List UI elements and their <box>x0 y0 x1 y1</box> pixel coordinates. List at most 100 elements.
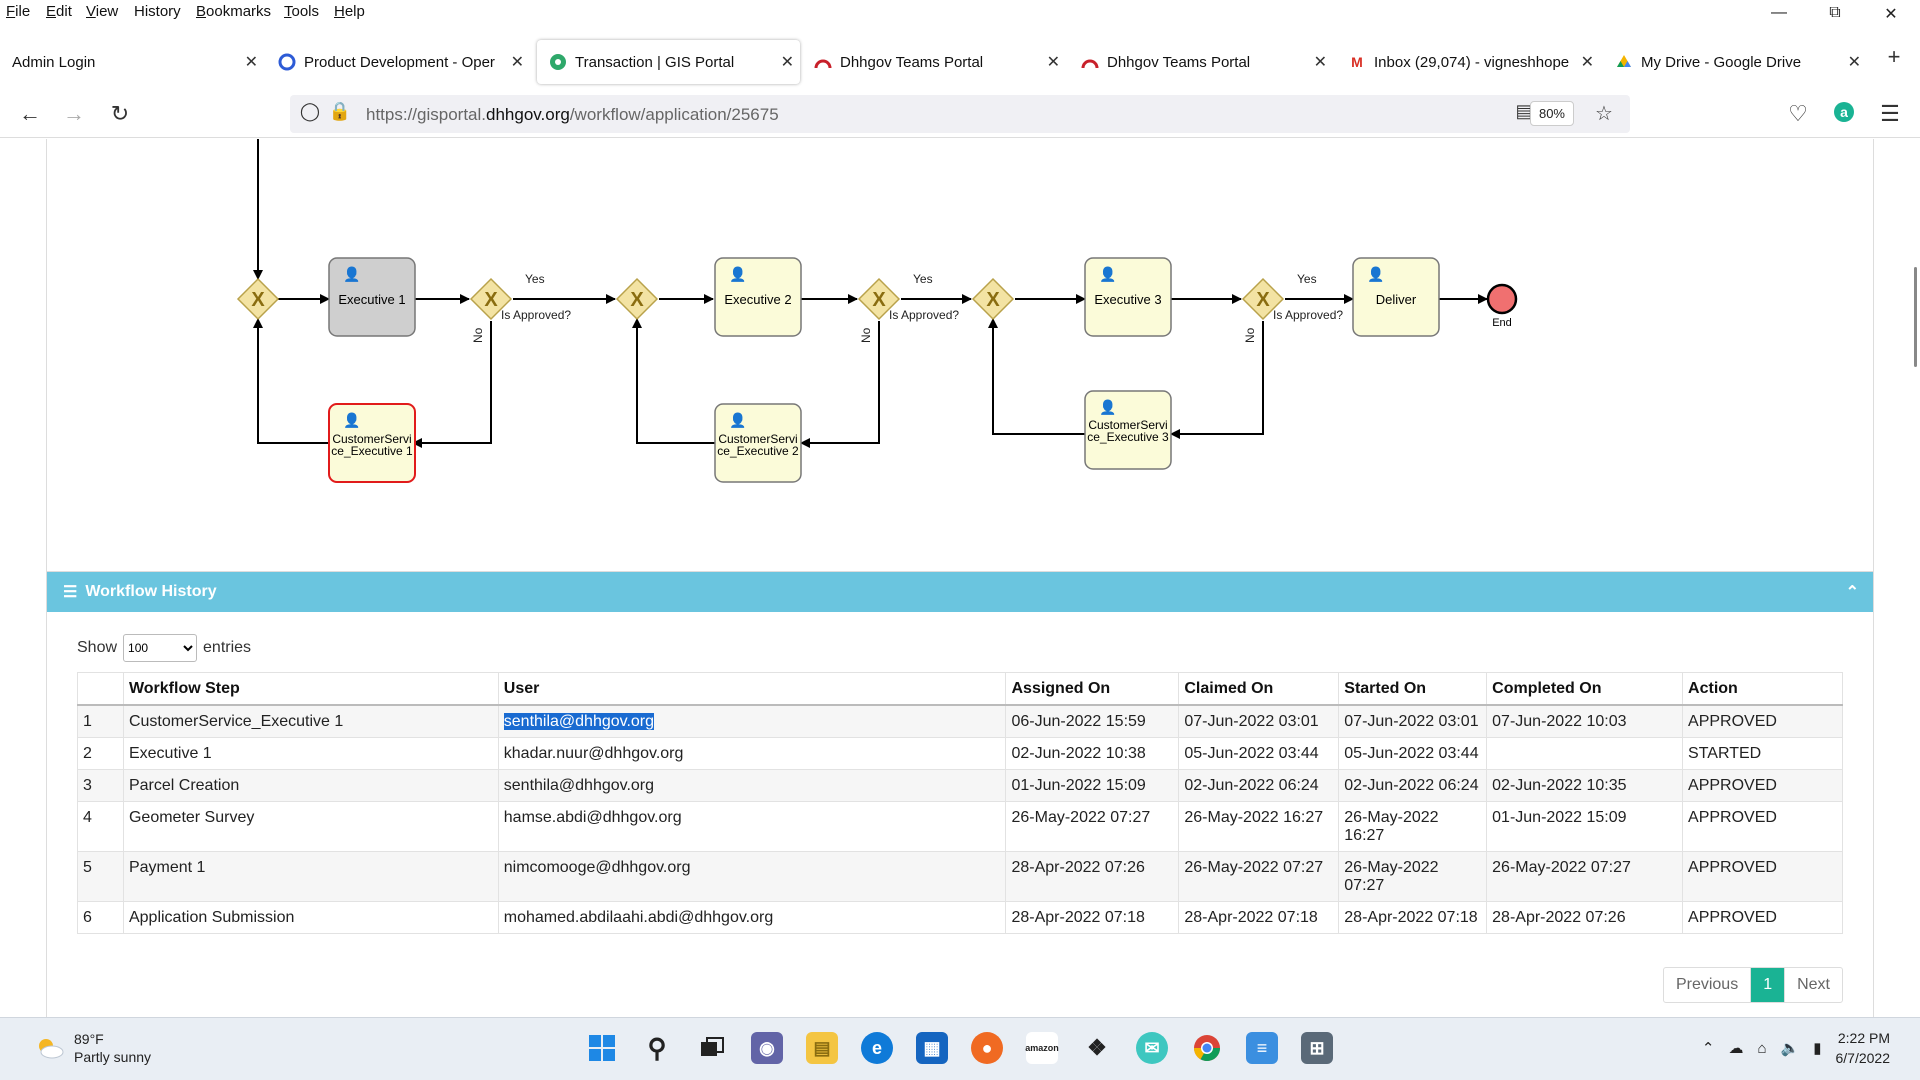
task-executive-2[interactable]: 👤 Executive 2 <box>714 257 802 337</box>
reload-icon[interactable]: ↻ <box>106 101 134 127</box>
store-icon[interactable]: ▦ <box>916 1032 948 1064</box>
column-header[interactable]: Action <box>1682 672 1843 706</box>
search-icon[interactable]: ⚲ <box>641 1032 673 1064</box>
volume-icon[interactable]: 🔈 <box>1781 1039 1800 1057</box>
shield-icon[interactable]: ◯ <box>296 101 324 122</box>
forward-icon[interactable]: → <box>60 101 88 127</box>
table-row: 1 CustomerService_Executive 1 senthila@d… <box>77 704 1843 738</box>
menu-history[interactable]: History <box>134 3 181 20</box>
flow-line <box>632 318 715 444</box>
url-text[interactable]: https://gisportal.dhhgov.org/workflow/ap… <box>366 105 779 125</box>
clock[interactable]: 2:22 PM 6/7/2022 <box>1836 1028 1891 1068</box>
menu-help[interactable]: Help <box>334 3 365 20</box>
chrome-icon[interactable] <box>1191 1032 1223 1064</box>
table-row: 3 Parcel Creation senthila@dhhgov.org 01… <box>77 769 1843 802</box>
menu-bookmarks[interactable]: Bookmarks <box>196 3 271 20</box>
close-icon[interactable]: ✕ <box>1047 52 1060 72</box>
tab-admin-login[interactable]: Admin Login ✕ <box>0 40 264 84</box>
menu-edit[interactable]: Edit <box>46 3 72 20</box>
back-icon[interactable]: ← <box>16 101 44 127</box>
menu-file[interactable]: File <box>6 3 30 20</box>
task-view-icon[interactable] <box>696 1032 728 1064</box>
wifi-icon[interactable]: ⌂ <box>1757 1040 1766 1057</box>
task-executive-3[interactable]: 👤 Executive 3 <box>1084 257 1172 337</box>
tab-dhhgov-teams-1[interactable]: Dhhgov Teams Portal ✕ <box>802 40 1066 84</box>
flow-line <box>253 318 329 444</box>
firefox-icon[interactable]: ● <box>971 1032 1003 1064</box>
bookmark-star-icon[interactable]: ☆ <box>1590 101 1618 126</box>
mail-icon[interactable]: ✉ <box>1136 1032 1168 1064</box>
task-customerservice-executive-1[interactable]: 👤 CustomerServi ce_Executive 1 <box>328 403 416 483</box>
amazon-icon[interactable]: amazon <box>1025 1032 1059 1064</box>
task-deliver[interactable]: 👤 Deliver <box>1352 257 1440 337</box>
previous-button[interactable]: Previous <box>1664 968 1750 1002</box>
menu-view[interactable]: View <box>86 3 118 20</box>
zoom-level[interactable]: 80% <box>1529 101 1574 126</box>
condition-label: Is Approved? <box>1273 308 1343 322</box>
file-explorer-icon[interactable]: ▤ <box>806 1032 838 1064</box>
close-icon[interactable]: ✕ <box>1314 52 1327 72</box>
account-icon[interactable]: a <box>1830 101 1858 129</box>
menu-icon[interactable]: ☰ <box>1876 101 1904 127</box>
pocket-icon[interactable]: ♡ <box>1784 101 1812 127</box>
gateway-icon[interactable]: X <box>236 277 280 321</box>
end-event[interactable]: End <box>1486 283 1518 329</box>
onedrive-icon[interactable]: ☁ <box>1728 1039 1743 1057</box>
new-tab-icon[interactable]: + <box>1880 44 1908 70</box>
menu-tools[interactable]: Tools <box>284 3 319 20</box>
page-scrollbar[interactable] <box>1910 139 1920 1017</box>
address-bar[interactable]: ◯ 🔒 https://gisportal.dhhgov.org/workflo… <box>290 95 1630 133</box>
column-header[interactable]: Workflow Step <box>122 672 499 706</box>
tab-dhhgov-teams-2[interactable]: Dhhgov Teams Portal ✕ <box>1069 40 1333 84</box>
edge-icon[interactable]: e <box>861 1032 893 1064</box>
column-header[interactable]: User <box>497 672 1007 706</box>
battery-icon[interactable]: ▮ <box>1813 1039 1821 1057</box>
column-header[interactable]: Started On <box>1338 672 1488 706</box>
svg-text:X: X <box>251 289 265 311</box>
calculator-icon[interactable]: ⊞ <box>1301 1032 1333 1064</box>
scrollbar-thumb[interactable] <box>1914 267 1917 367</box>
column-header[interactable]: Completed On <box>1486 672 1684 706</box>
page-1-button[interactable]: 1 <box>1750 968 1785 1002</box>
close-icon[interactable]: ✕ <box>511 52 524 72</box>
restore-button[interactable]: ⧉ <box>1812 4 1858 28</box>
status-badge: STARTED <box>1682 737 1843 770</box>
close-icon[interactable]: ✕ <box>781 52 794 72</box>
dropbox-icon[interactable]: ❖ <box>1081 1032 1113 1064</box>
tab-product-development[interactable]: Product Development - Oper ✕ <box>266 40 530 84</box>
next-button[interactable]: Next <box>1784 968 1842 1002</box>
minimize-button[interactable]: — <box>1756 4 1802 28</box>
column-header[interactable]: Assigned On <box>1005 672 1180 706</box>
task-label: ce_Executive 3 <box>1087 430 1169 444</box>
task-customerservice-executive-2[interactable]: 👤 CustomerServi ce_Executive 2 <box>714 403 802 483</box>
tab-inbox[interactable]: M Inbox (29,074) - vigneshhope ✕ <box>1336 40 1600 84</box>
task-executive-1[interactable]: 👤 Executive 1 <box>328 257 416 337</box>
notepad-icon[interactable]: ≡ <box>1246 1032 1278 1064</box>
status-badge: APPROVED <box>1682 901 1843 934</box>
chevron-up-icon[interactable]: ⌃ <box>1846 582 1859 602</box>
partly-sunny-icon <box>34 1036 64 1060</box>
workflow-history-header[interactable]: ☰ Workflow History ⌃ <box>47 572 1873 612</box>
gateway-icon[interactable]: X <box>971 277 1015 321</box>
close-icon[interactable]: ✕ <box>1848 52 1861 72</box>
weather-condition: Partly sunny <box>74 1049 152 1065</box>
close-icon[interactable]: ✕ <box>1581 52 1594 72</box>
column-header[interactable]: Claimed On <box>1178 672 1340 706</box>
table-row: 4 Geometer Survey hamse.abdi@dhhgov.org … <box>77 801 1843 852</box>
gateway-icon[interactable]: X <box>615 277 659 321</box>
weather-widget[interactable]: 89°F Partly sunny <box>34 1030 151 1066</box>
lock-icon[interactable]: 🔒 <box>326 101 354 122</box>
svg-text:a: a <box>1840 104 1848 120</box>
user-task-icon: 👤 <box>1099 399 1116 416</box>
windows-icon[interactable] <box>586 1032 618 1064</box>
column-header[interactable] <box>77 672 124 706</box>
task-customerservice-executive-3[interactable]: 👤 CustomerServi ce_Executive 3 <box>1084 390 1172 470</box>
close-icon[interactable]: ✕ <box>245 52 258 72</box>
close-window-button[interactable]: ✕ <box>1868 4 1914 28</box>
task-label: Executive 3 <box>1094 292 1161 307</box>
tab-my-drive[interactable]: My Drive - Google Drive ✕ <box>1603 40 1867 84</box>
entries-select[interactable]: 100 <box>123 634 198 662</box>
teams-chat-icon[interactable]: ◉ <box>751 1032 783 1064</box>
tab-transaction-gis-portal[interactable]: Transaction | GIS Portal ✕ <box>537 40 800 84</box>
chevron-up-icon[interactable]: ⌃ <box>1702 1039 1715 1057</box>
